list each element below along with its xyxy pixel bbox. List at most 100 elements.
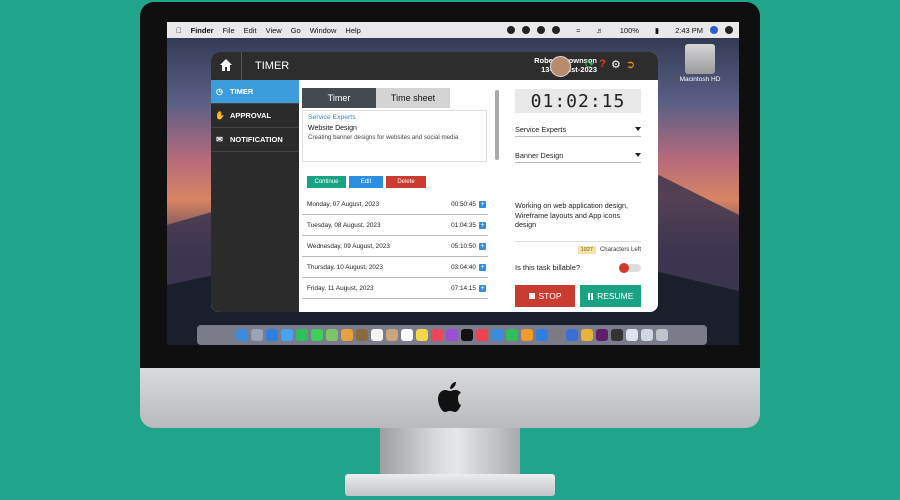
- app-header: TIMER Robert Brownson 13-August-2023 ⟳ ?…: [211, 52, 658, 80]
- menu-edit[interactable]: Edit: [244, 26, 257, 35]
- status-icon[interactable]: [507, 26, 516, 34]
- list-item[interactable]: Wednesday, 09 August, 2023 05:10:50 +: [302, 236, 488, 257]
- pages-icon[interactable]: [521, 329, 533, 341]
- resume-button[interactable]: RESUME: [580, 285, 641, 307]
- notes-field[interactable]: Working on web application design, Wiref…: [515, 201, 641, 230]
- list-item[interactable]: Monday, 07 August, 2023 00:50:45 +: [302, 194, 488, 215]
- header-actions: ⟳ ? ⚙ ➲: [585, 58, 635, 71]
- trash-icon[interactable]: [656, 329, 668, 341]
- control-center-icon[interactable]: [725, 26, 733, 34]
- messages-icon[interactable]: [311, 329, 323, 341]
- safari-icon[interactable]: [266, 329, 278, 341]
- sidebar-item-timer[interactable]: ◷ TIMER: [211, 80, 299, 104]
- user-info: Robert Brownson 13-August-2023: [461, 56, 597, 74]
- chevron-down-icon: [635, 127, 641, 131]
- delete-button[interactable]: Delete: [386, 176, 426, 188]
- mac-menubar:  Finder File Edit View Go Window Help ≈…: [167, 22, 739, 38]
- task-panel: Timer Time sheet Service Experts Website…: [299, 80, 503, 312]
- notebook-icon[interactable]: [356, 329, 368, 341]
- status-icon[interactable]: [537, 26, 546, 34]
- add-icon[interactable]: +: [479, 200, 486, 208]
- numbers-icon[interactable]: [506, 329, 518, 341]
- menu-help[interactable]: Help: [345, 26, 360, 35]
- launchpad-icon[interactable]: [251, 329, 263, 341]
- add-icon[interactable]: +: [479, 263, 486, 271]
- news-icon[interactable]: [476, 329, 488, 341]
- help-icon[interactable]: ?: [599, 58, 606, 71]
- chrome-icon[interactable]: [581, 329, 593, 341]
- logout-icon[interactable]: ➲: [626, 58, 635, 71]
- tab-bar: Timer Time sheet: [302, 88, 450, 108]
- slack-icon[interactable]: [596, 329, 608, 341]
- home-icon[interactable]: [219, 58, 233, 72]
- stand-neck: [380, 428, 520, 476]
- xcode-icon[interactable]: [566, 329, 578, 341]
- continue-button[interactable]: Continue: [307, 176, 346, 188]
- status-icon[interactable]: [522, 26, 531, 34]
- client-select[interactable]: Service Experts: [515, 122, 641, 137]
- stop-button[interactable]: STOP: [515, 285, 575, 307]
- music-icon[interactable]: [431, 329, 443, 341]
- refresh-icon[interactable]: ⟳: [585, 58, 594, 71]
- sidebar-item-approval[interactable]: ✋ APPROVAL: [211, 104, 299, 128]
- battery-percent: 100%: [619, 25, 639, 35]
- entry-date: Monday, 07 August, 2023: [307, 200, 380, 208]
- sidebar-item-notification[interactable]: ✉ NOTIFICATION: [211, 128, 299, 152]
- page-title: TIMER: [255, 60, 290, 72]
- menu-file[interactable]: File: [223, 26, 235, 35]
- contacts-icon[interactable]: [386, 329, 398, 341]
- wifi-icon[interactable]: ≈: [576, 26, 580, 35]
- menu-view[interactable]: View: [266, 26, 282, 35]
- calendar-icon[interactable]: [371, 329, 383, 341]
- photos-icon[interactable]: [341, 329, 353, 341]
- maps-icon[interactable]: [326, 329, 338, 341]
- list-item[interactable]: Friday, 11 August, 2023 07:14:15 +: [302, 278, 488, 299]
- downloads-icon[interactable]: [641, 329, 653, 341]
- stop-icon: [528, 293, 535, 299]
- edit-button[interactable]: Edit: [349, 176, 383, 188]
- facetime-icon[interactable]: [296, 329, 308, 341]
- list-item[interactable]: Thursday, 10 August, 2023 03:04:40 +: [302, 257, 488, 278]
- menubar-status: ≈ ♬ 100% ▮ 2:43 PM: [507, 22, 733, 38]
- notes-icon[interactable]: [416, 329, 428, 341]
- scrollbar[interactable]: [495, 90, 499, 160]
- clock-time[interactable]: 2:43 PM: [675, 26, 703, 35]
- reminders-icon[interactable]: [401, 329, 413, 341]
- billable-label: Is this task billable?: [515, 263, 581, 272]
- user-name: Robert Brownson: [534, 56, 597, 65]
- stand-foot: [345, 474, 555, 496]
- apple-menu-icon[interactable]: : [176, 26, 182, 35]
- status-icon[interactable]: [552, 26, 561, 34]
- terminal-icon[interactable]: [611, 329, 623, 341]
- toggle-knob: [619, 262, 629, 273]
- tab-timer[interactable]: Timer: [302, 88, 376, 108]
- add-icon[interactable]: +: [479, 242, 486, 250]
- list-item[interactable]: Tuesday, 08 August, 2023 01:04:35 +: [302, 215, 488, 236]
- preview-icon[interactable]: [626, 329, 638, 341]
- desktop-drive[interactable]: Macintosh HD: [675, 44, 725, 83]
- billable-toggle[interactable]: [619, 262, 641, 273]
- tab-timesheet[interactable]: Time sheet: [376, 88, 450, 108]
- battery-icon[interactable]: ▮: [655, 26, 659, 35]
- app-store-icon[interactable]: [536, 329, 548, 341]
- podcasts-icon[interactable]: [446, 329, 458, 341]
- menu-finder[interactable]: Finder: [191, 26, 214, 35]
- avatar[interactable]: [550, 56, 571, 77]
- bell-icon: ✉: [216, 135, 223, 144]
- search-icon[interactable]: [710, 26, 718, 34]
- keynote-icon[interactable]: [491, 329, 503, 341]
- task-actions: Continue Edit Delete: [307, 176, 426, 188]
- menu-window[interactable]: Window: [310, 26, 337, 35]
- tv-icon[interactable]: [461, 329, 473, 341]
- task-category[interactable]: Service Experts: [308, 114, 481, 121]
- add-icon[interactable]: +: [479, 221, 486, 229]
- settings-icon[interactable]: [551, 329, 563, 341]
- add-icon[interactable]: +: [479, 284, 486, 292]
- sidebar-item-label: APPROVAL: [230, 111, 272, 120]
- finder-icon[interactable]: [236, 329, 248, 341]
- project-select[interactable]: Banner Design: [515, 148, 641, 163]
- menu-go[interactable]: Go: [291, 26, 301, 35]
- gear-icon[interactable]: ⚙: [611, 58, 621, 71]
- mail-icon[interactable]: [281, 329, 293, 341]
- volume-icon[interactable]: ♬: [596, 26, 604, 35]
